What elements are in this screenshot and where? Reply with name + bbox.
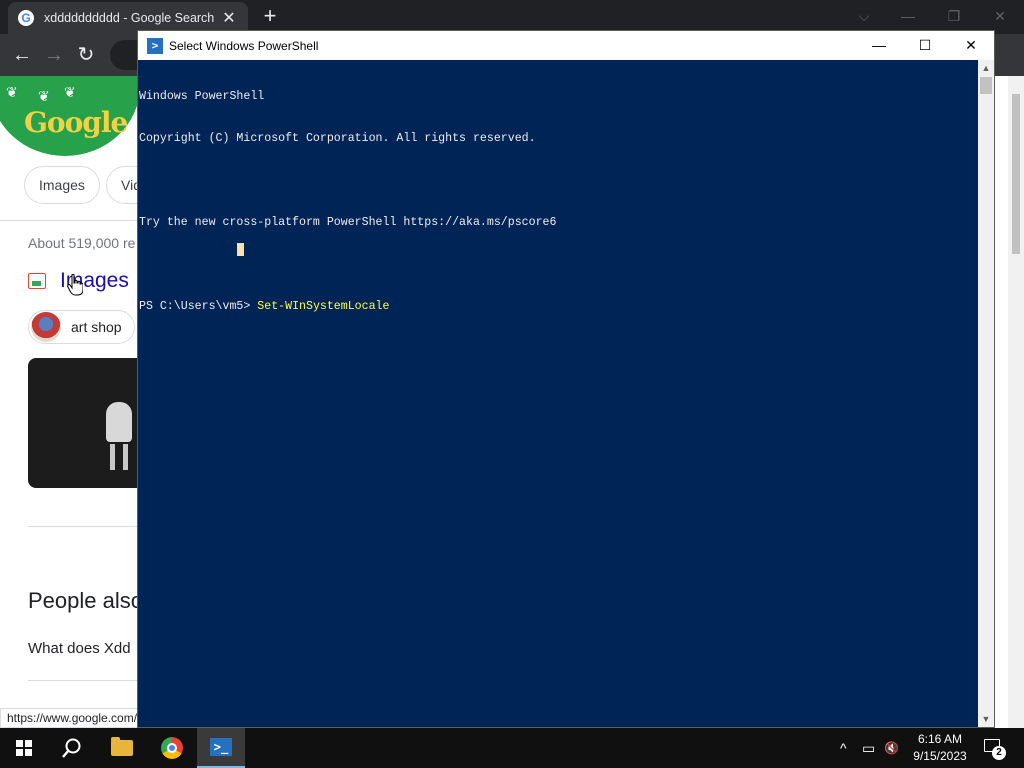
google-doodle-logo[interactable]: ❦ ❦ ❦ Google (0, 76, 140, 156)
powershell-window-title: Select Windows PowerShell (169, 38, 319, 53)
console-command: Set-WInSystemLocale (257, 300, 390, 313)
thumbnail-figure-legs (110, 444, 128, 470)
minimize-button[interactable]: — (856, 31, 902, 60)
section-divider (28, 526, 148, 527)
windows-taskbar: >_ ^ ▭ 🔇 6:16 AM 9/15/2023 2 (0, 728, 1024, 768)
google-favicon-icon: G (18, 10, 34, 26)
people-also-ask-heading: People also (28, 588, 143, 613)
doodle-wordmark: Google (24, 106, 128, 139)
page-scrollbar-thumb[interactable] (1012, 94, 1020, 254)
taskbar-search-button[interactable] (48, 728, 96, 768)
browser-minimize-button[interactable]: — (888, 4, 928, 28)
art-shop-chip[interactable]: art shop (28, 310, 135, 344)
hand-cursor-icon (67, 274, 83, 296)
notification-count-badge: 2 (992, 746, 1006, 760)
browser-restore-button[interactable]: ❐ (934, 4, 974, 28)
console-prompt-line: PS C:\Users\vm5> Set-WInSystemLocale (139, 300, 978, 314)
art-shop-label: art shop (71, 319, 122, 335)
search-icon (62, 738, 81, 758)
console-line: Copyright (C) Microsoft Corporation. All… (139, 132, 536, 145)
volume-muted-icon[interactable]: 🔇 (884, 740, 899, 756)
tab-search-dropdown-icon[interactable]: ⌵ (844, 4, 884, 28)
powershell-console[interactable]: Windows PowerShell Copyright (C) Microso… (138, 60, 978, 727)
images-filter-chip[interactable]: Images (24, 166, 100, 204)
console-line: Try the new cross-platform PowerShell ht… (139, 216, 557, 229)
browser-close-button[interactable]: ✕ (980, 4, 1020, 28)
scroll-up-arrow-icon[interactable]: ▲ (978, 60, 994, 76)
windows-logo-icon (16, 740, 32, 756)
desktop-screen: G xdddddddddd - Google Search ✕ + ⌵ — ❐ … (0, 0, 1024, 768)
bird-icon: ❦ (64, 84, 76, 100)
network-icon[interactable]: ▭ (862, 740, 875, 756)
result-count: About 519,000 re (28, 235, 136, 251)
file-explorer-icon (111, 737, 133, 756)
tab-close-icon[interactable]: ✕ (220, 8, 238, 28)
notification-center-button[interactable]: 2 (982, 736, 1006, 760)
people-also-ask-question[interactable]: What does Xdd (28, 640, 131, 657)
clock-time: 6:16 AM (917, 732, 963, 746)
taskbar-powershell[interactable]: >_ (197, 728, 245, 768)
console-prompt: PS C:\Users\vm5> (139, 300, 258, 313)
new-tab-button[interactable]: + (258, 5, 282, 29)
taskbar-file-explorer[interactable] (98, 728, 146, 768)
taskbar-chrome[interactable] (148, 728, 196, 768)
start-button[interactable] (0, 728, 48, 768)
forward-arrow-icon[interactable]: → (42, 43, 66, 67)
powershell-title-bar[interactable]: > Select Windows PowerShell — ☐ ✕ (138, 31, 994, 60)
show-hidden-icons-chevron-icon[interactable]: ^ (840, 740, 847, 756)
close-button[interactable]: ✕ (948, 31, 994, 60)
thumbnail-figure (106, 402, 132, 442)
powershell-icon: > (147, 37, 163, 54)
console-scrollbar-thumb[interactable] (980, 77, 992, 94)
clock-date: 9/15/2023 (913, 749, 967, 763)
reload-icon[interactable]: ↻ (74, 43, 98, 67)
image-icon (28, 273, 46, 289)
powershell-icon: >_ (210, 738, 232, 756)
console-scrollbar[interactable]: ▲ ▼ (978, 60, 994, 727)
header-divider (0, 220, 140, 221)
scroll-down-arrow-icon[interactable]: ▼ (978, 711, 994, 727)
section-divider (28, 680, 148, 681)
powershell-window[interactable]: > Select Windows PowerShell — ☐ ✕ Window… (137, 30, 995, 728)
bird-icon: ❦ (6, 84, 18, 100)
browser-tab-strip: G xdddddddddd - Google Search ✕ + ⌵ — ❐ … (0, 0, 1024, 34)
system-clock[interactable]: 6:16 AM 9/15/2023 (904, 731, 976, 765)
art-shop-avatar (31, 312, 61, 342)
tab-title: xdddddddddd - Google Search (44, 11, 215, 25)
bird-icon: ❦ (38, 88, 50, 104)
text-cursor (237, 243, 244, 256)
link-status-url: https://www.google.com/ (0, 708, 145, 728)
chrome-icon (161, 737, 183, 759)
maximize-button[interactable]: ☐ (902, 31, 948, 60)
back-arrow-icon[interactable]: ← (10, 43, 34, 67)
console-line: Windows PowerShell (139, 90, 265, 103)
page-scrollbar[interactable] (1008, 76, 1024, 728)
